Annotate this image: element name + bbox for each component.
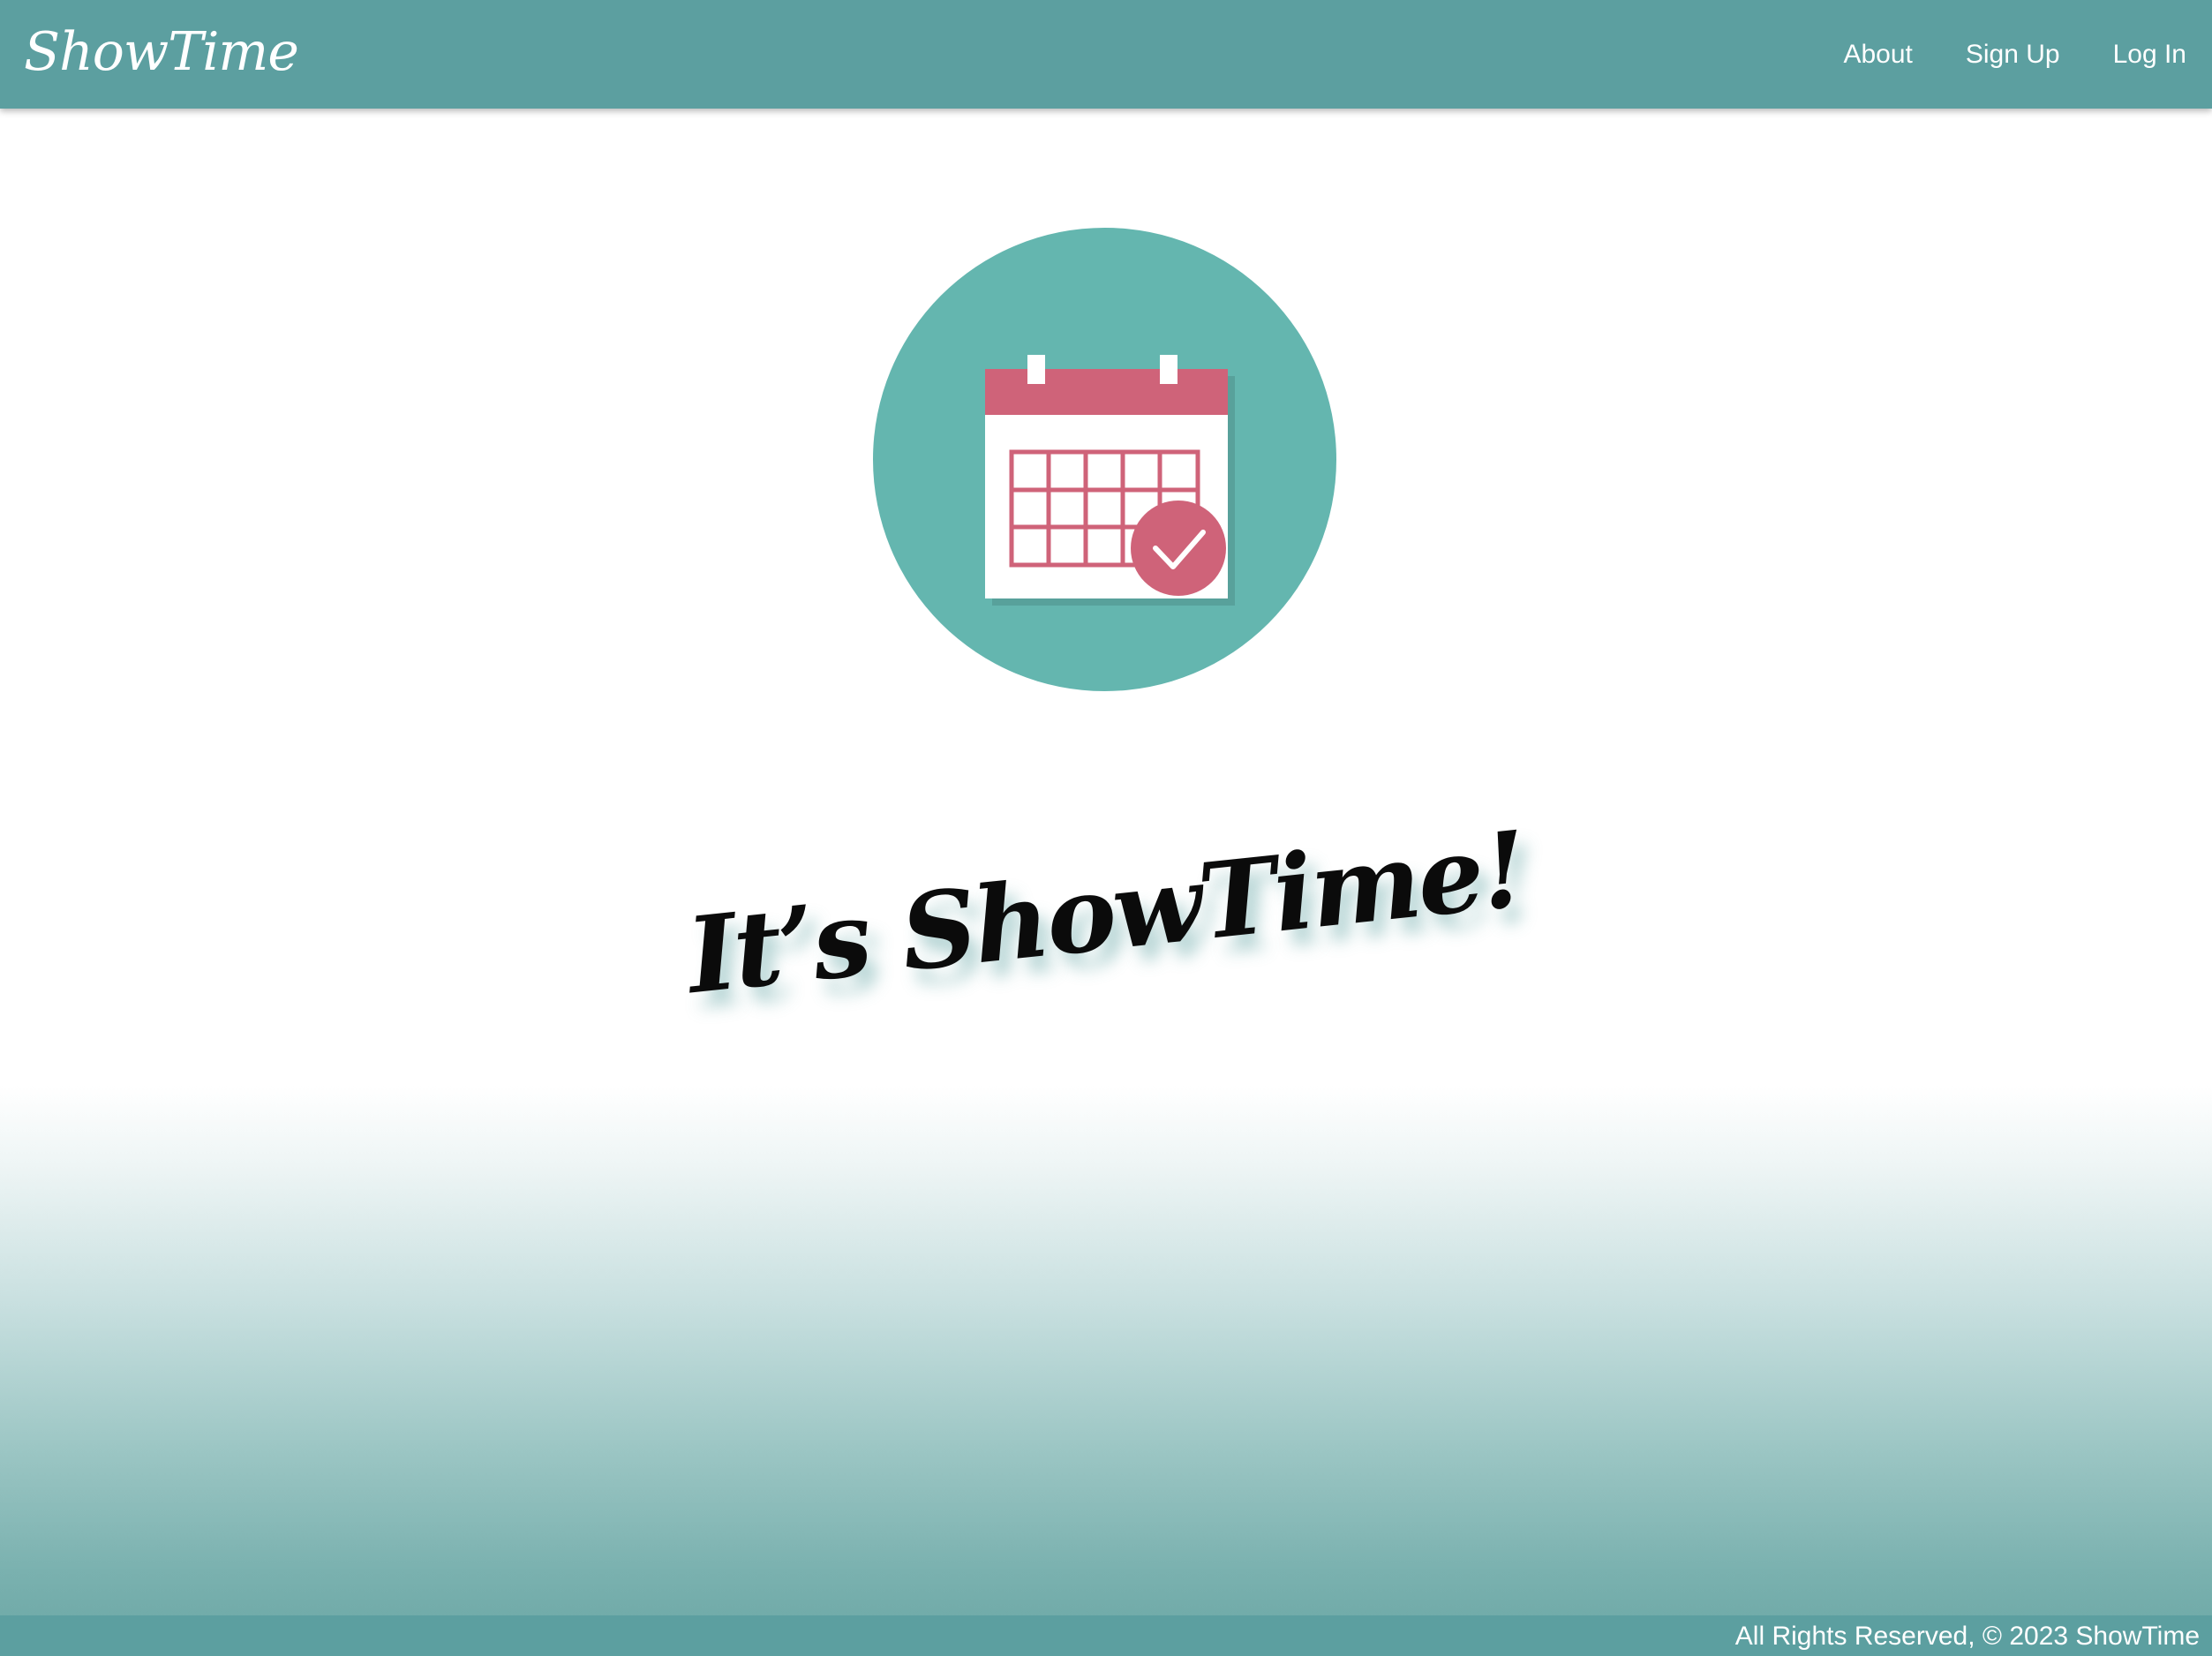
brand-logo[interactable]: ShowTime [24,12,299,92]
calendar-check-icon [985,355,1235,606]
footer: All Rights Reserved, © 2023 ShowTime [0,1615,2212,1656]
nav-link-log-in[interactable]: Log In [2113,40,2186,70]
nav-links: About Sign Up Log In [1843,0,2186,109]
nav-link-sign-up[interactable]: Sign Up [1966,40,2060,70]
top-navbar: ShowTime About Sign Up Log In [0,0,2212,109]
footer-copyright: All Rights Reserved, © 2023 ShowTime [1734,1622,2200,1651]
nav-link-about[interactable]: About [1843,40,1912,70]
hero-icon-circle [873,228,1336,691]
hero-title: It’s ShowTime! [681,807,1531,1018]
